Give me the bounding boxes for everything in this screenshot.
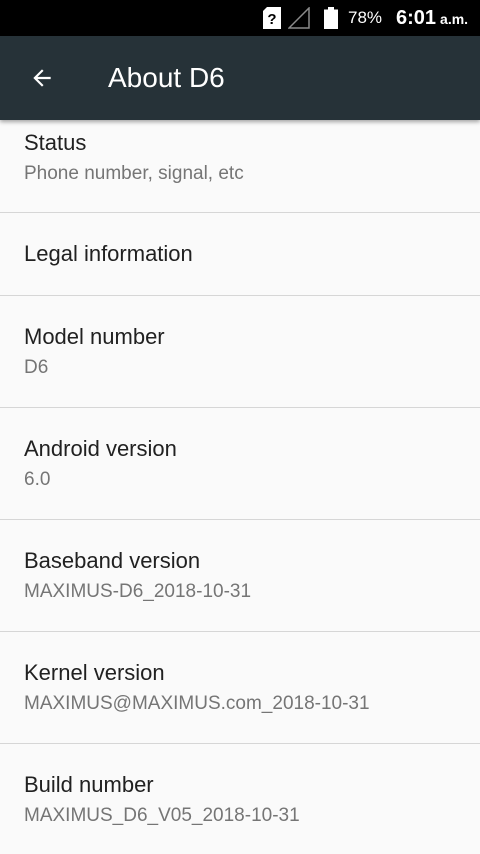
item-summary: Phone number, signal, etc bbox=[24, 163, 244, 184]
battery-icon bbox=[324, 7, 338, 34]
item-summary: 6.0 bbox=[24, 469, 51, 490]
list-item-android-version[interactable]: Android version 6.0 bbox=[0, 408, 480, 520]
item-title: Kernel version bbox=[24, 660, 165, 685]
list-item-status[interactable]: Status Phone number, signal, etc bbox=[0, 120, 480, 213]
item-title: Build number bbox=[24, 772, 154, 797]
battery-percent: 78% bbox=[348, 8, 383, 27]
list-item-kernel-version: Kernel version MAXIMUS@MAXIMUS.com_2018-… bbox=[0, 632, 480, 744]
list-item-model-number: Model number D6 bbox=[0, 296, 480, 408]
item-summary: MAXIMUS_D6_V05_2018-10-31 bbox=[24, 805, 300, 826]
item-title: Android version bbox=[24, 436, 177, 461]
page-title: About D6 bbox=[108, 62, 225, 93]
clock-time: 6:01 bbox=[396, 7, 437, 29]
signal-empty-icon bbox=[287, 6, 310, 34]
list-item-build-number[interactable]: Build number MAXIMUS_D6_V05_2018-10-31 bbox=[0, 744, 480, 854]
status-bar: ? 78% 6:01 a.m. bbox=[0, 0, 480, 36]
svg-text:?: ? bbox=[267, 11, 276, 28]
clock-ampm: a.m. bbox=[440, 11, 469, 27]
sim-unknown-icon: ? bbox=[263, 7, 281, 34]
item-title: Model number bbox=[24, 324, 165, 349]
arrow-back-icon bbox=[33, 69, 51, 87]
item-summary: MAXIMUS@MAXIMUS.com_2018-10-31 bbox=[24, 693, 370, 714]
settings-list: Status Phone number, signal, etc Legal i… bbox=[0, 120, 480, 854]
clock: 6:01 a.m. bbox=[396, 6, 468, 32]
list-item-baseband-version: Baseband version MAXIMUS-D6_2018-10-31 bbox=[0, 520, 480, 632]
item-title: Legal information bbox=[24, 241, 193, 266]
item-summary: D6 bbox=[24, 357, 49, 378]
item-summary: MAXIMUS-D6_2018-10-31 bbox=[24, 581, 252, 602]
list-item-legal-information[interactable]: Legal information bbox=[0, 213, 480, 296]
item-title: Status bbox=[24, 130, 87, 155]
item-title: Baseband version bbox=[24, 548, 201, 573]
toolbar: About D6 bbox=[0, 36, 480, 120]
back-button[interactable] bbox=[18, 54, 66, 102]
